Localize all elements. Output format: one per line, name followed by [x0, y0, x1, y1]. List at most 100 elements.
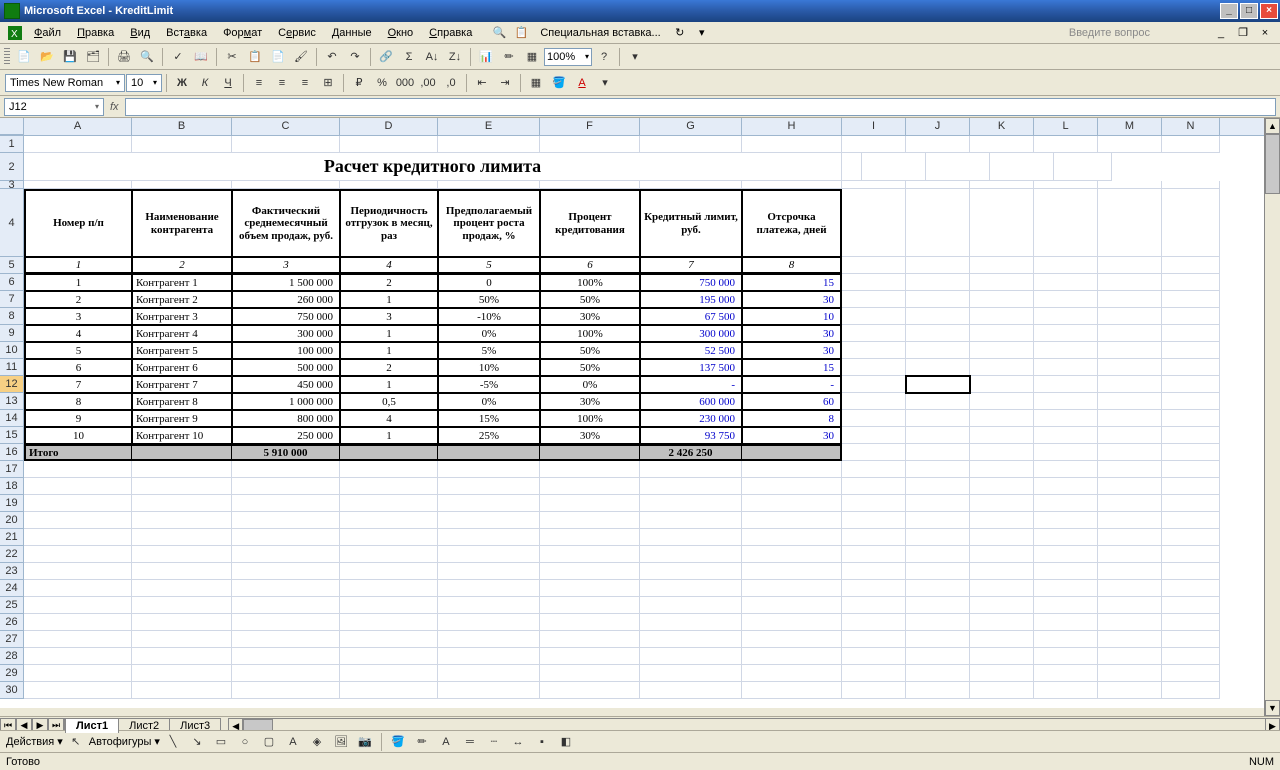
- cell[interactable]: [842, 580, 906, 597]
- cell[interactable]: [340, 614, 438, 631]
- row-header[interactable]: 11: [0, 359, 24, 376]
- line-button[interactable]: ╲: [162, 731, 184, 753]
- cell[interactable]: [842, 614, 906, 631]
- cell[interactable]: [906, 512, 970, 529]
- cell[interactable]: [1034, 631, 1098, 648]
- cell[interactable]: [132, 478, 232, 495]
- namebox[interactable]: J12▾: [4, 98, 104, 116]
- cell[interactable]: [232, 546, 340, 563]
- row-header[interactable]: 2: [0, 153, 24, 181]
- row-header[interactable]: 12: [0, 376, 24, 393]
- cell[interactable]: 2: [340, 274, 438, 291]
- cell[interactable]: [742, 181, 842, 189]
- cell[interactable]: [24, 495, 132, 512]
- cell[interactable]: [24, 181, 132, 189]
- cell[interactable]: [1098, 291, 1162, 308]
- cell[interactable]: [1098, 181, 1162, 189]
- cell[interactable]: 5 910 000: [232, 444, 340, 461]
- doc-restore-button[interactable]: ❐: [1233, 23, 1253, 43]
- cell[interactable]: [640, 631, 742, 648]
- cell[interactable]: [540, 546, 640, 563]
- menu-data[interactable]: Данные: [324, 25, 380, 41]
- scroll-thumb[interactable]: [1265, 134, 1280, 194]
- cell[interactable]: Фактический среднемесячный объем продаж,…: [232, 189, 340, 257]
- decrease-decimal-button[interactable]: ,0: [440, 72, 462, 94]
- cell[interactable]: [540, 461, 640, 478]
- cell[interactable]: -: [742, 376, 842, 393]
- chart-button[interactable]: 📊: [475, 46, 497, 68]
- cell[interactable]: [1098, 376, 1162, 393]
- cell[interactable]: [1034, 478, 1098, 495]
- cell[interactable]: 15: [742, 274, 842, 291]
- row-header[interactable]: 17: [0, 461, 24, 478]
- cell[interactable]: [132, 546, 232, 563]
- cell[interactable]: 300 000: [232, 325, 340, 342]
- cell[interactable]: [842, 478, 906, 495]
- cell[interactable]: [232, 461, 340, 478]
- cell[interactable]: [1034, 181, 1098, 189]
- cell[interactable]: [132, 136, 232, 153]
- cell[interactable]: [438, 181, 540, 189]
- cell[interactable]: 4: [340, 410, 438, 427]
- cell[interactable]: [1098, 631, 1162, 648]
- research-button[interactable]: 📖: [190, 46, 212, 68]
- row-header[interactable]: 24: [0, 580, 24, 597]
- cell[interactable]: [906, 181, 970, 189]
- cell[interactable]: [540, 495, 640, 512]
- cell[interactable]: [742, 682, 842, 699]
- cell[interactable]: [842, 682, 906, 699]
- cell[interactable]: 0%: [438, 325, 540, 342]
- cell[interactable]: 0,5: [340, 393, 438, 410]
- formula-bar[interactable]: [125, 98, 1276, 116]
- cell[interactable]: 30: [742, 427, 842, 444]
- cell[interactable]: [842, 291, 906, 308]
- cell[interactable]: [1162, 546, 1220, 563]
- cell[interactable]: [232, 682, 340, 699]
- cell[interactable]: [842, 529, 906, 546]
- format-painter-button[interactable]: 🖌: [290, 46, 312, 68]
- find-icon[interactable]: 🔍: [489, 23, 509, 43]
- row-header[interactable]: 18: [0, 478, 24, 495]
- cell[interactable]: 450 000: [232, 376, 340, 393]
- cell[interactable]: Контрагент 7: [132, 376, 232, 393]
- cell[interactable]: [906, 546, 970, 563]
- cell[interactable]: [24, 546, 132, 563]
- cell[interactable]: [906, 614, 970, 631]
- cell[interactable]: [906, 410, 970, 427]
- cell[interactable]: [1162, 257, 1220, 274]
- cell[interactable]: [906, 274, 970, 291]
- column-header-K[interactable]: K: [970, 118, 1034, 135]
- cell[interactable]: [906, 478, 970, 495]
- cell[interactable]: [1098, 444, 1162, 461]
- cell[interactable]: [340, 136, 438, 153]
- cell[interactable]: [970, 274, 1034, 291]
- cell[interactable]: [970, 495, 1034, 512]
- cell[interactable]: [742, 597, 842, 614]
- cell[interactable]: [438, 665, 540, 682]
- cell[interactable]: 10: [24, 427, 132, 444]
- font-color-draw-button[interactable]: A: [435, 731, 457, 753]
- cell[interactable]: [970, 529, 1034, 546]
- cell[interactable]: [970, 512, 1034, 529]
- cell[interactable]: [640, 136, 742, 153]
- percent-button[interactable]: %: [371, 72, 393, 94]
- cell[interactable]: 600 000: [640, 393, 742, 410]
- cell[interactable]: [970, 308, 1034, 325]
- row-header[interactable]: 28: [0, 648, 24, 665]
- cell[interactable]: [926, 153, 990, 181]
- cell[interactable]: [540, 682, 640, 699]
- cell[interactable]: [906, 682, 970, 699]
- cell[interactable]: [640, 512, 742, 529]
- row-header[interactable]: 7: [0, 291, 24, 308]
- cell[interactable]: [842, 325, 906, 342]
- cell[interactable]: [1162, 529, 1220, 546]
- cell[interactable]: 1: [340, 427, 438, 444]
- row-header[interactable]: 9: [0, 325, 24, 342]
- cell[interactable]: [970, 580, 1034, 597]
- cell[interactable]: 67 500: [640, 308, 742, 325]
- cell[interactable]: [132, 181, 232, 189]
- cell[interactable]: [24, 512, 132, 529]
- row-header[interactable]: 14: [0, 410, 24, 427]
- cell[interactable]: [1098, 393, 1162, 410]
- cell[interactable]: [438, 529, 540, 546]
